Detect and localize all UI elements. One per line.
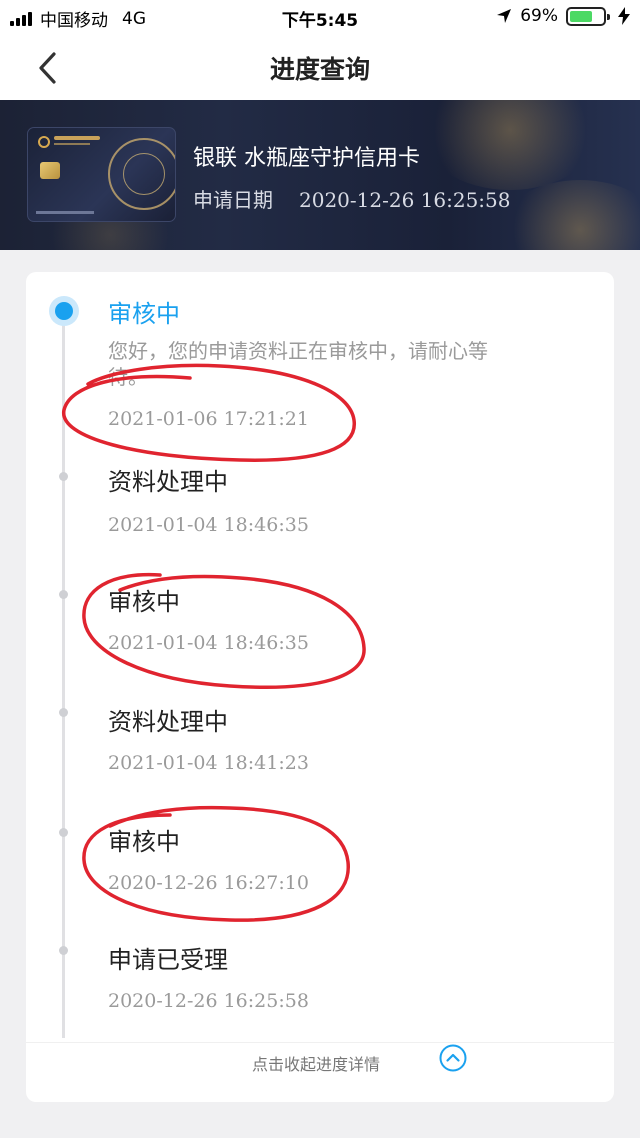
timeline-time: 2021-01-04 18:46:35	[108, 514, 309, 536]
timeline-dot-icon	[59, 828, 68, 837]
progress-panel: 审核中 您好，您的申请资料正在审核中，请耐心等待。 2021-01-06 17:…	[26, 272, 614, 1102]
collapse-details-button[interactable]: 点击收起进度详情	[26, 1042, 614, 1082]
application-date-label: 申请日期	[193, 188, 273, 212]
timeline-line	[62, 308, 65, 1038]
timeline-time: 2021-01-04 18:46:35	[108, 632, 309, 654]
timeline-time: 2021-01-04 18:41:23	[108, 752, 309, 774]
timeline-dot-icon	[59, 472, 68, 481]
application-date: 申请日期 2020-12-26 16:25:58	[193, 184, 511, 213]
battery-icon	[566, 6, 610, 26]
collapse-details-label: 点击收起进度详情	[252, 1055, 381, 1074]
application-date-value: 2020-12-26 16:25:58	[299, 188, 511, 212]
timeline-time: 2020-12-26 16:27:10	[108, 872, 309, 894]
timeline-time: 2021-01-06 17:21:21	[108, 408, 309, 430]
timeline-dot-icon	[59, 708, 68, 717]
timeline-status: 审核中	[108, 588, 180, 616]
bank-logo-icon	[38, 136, 50, 148]
card-chip-icon	[40, 162, 60, 179]
page-title: 进度查询	[269, 55, 370, 84]
status-bar: 中国移动 4G 下午5:45 69%	[0, 0, 640, 34]
active-dot-icon	[49, 296, 79, 326]
timeline-status: 资料处理中	[108, 468, 228, 496]
battery-percent: 69%	[520, 6, 558, 26]
timeline-dot-icon	[59, 590, 68, 599]
card-banner: 银联 水瓶座守护信用卡 申请日期 2020-12-26 16:25:58	[0, 100, 640, 250]
timeline-status: 申请已受理	[108, 946, 228, 974]
timeline-message: 您好，您的申请资料正在审核中，请耐心等待。	[108, 339, 488, 389]
timeline-status: 审核中	[108, 828, 180, 856]
timeline-dot-icon	[59, 946, 68, 955]
location-arrow-icon	[497, 9, 512, 23]
charging-icon	[618, 7, 630, 25]
credit-card-image	[27, 127, 176, 222]
timeline-status: 审核中	[108, 300, 180, 328]
timeline-status: 资料处理中	[108, 708, 228, 736]
card-name: 银联 水瓶座守护信用卡	[193, 146, 420, 171]
nav-bar: 进度查询	[0, 34, 640, 100]
chevron-up-circle-icon[interactable]	[438, 1043, 468, 1073]
timeline-time: 2020-12-26 16:25:58	[108, 990, 309, 1012]
